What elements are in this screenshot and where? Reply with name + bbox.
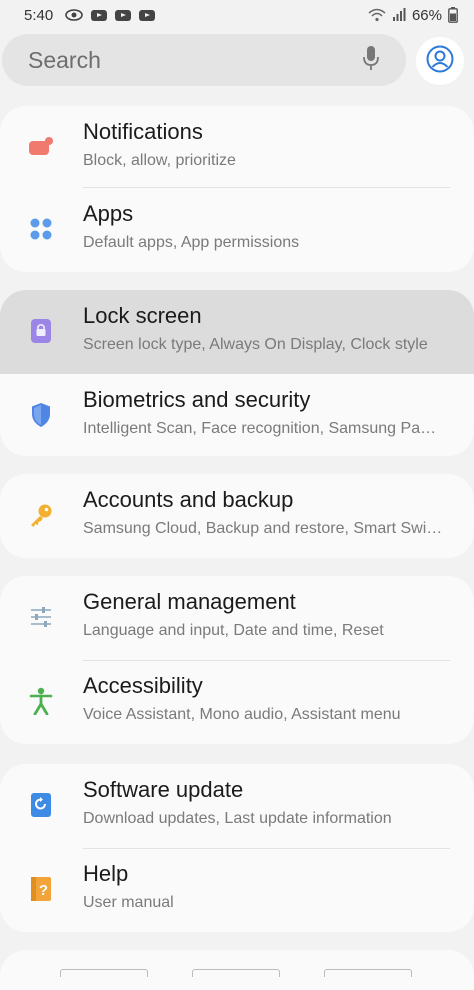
settings-group-1: Notifications Block, allow, prioritize A… [0, 106, 474, 272]
search-input[interactable]: Search [28, 47, 101, 74]
settings-item-general-management[interactable]: General management Language and input, D… [0, 576, 474, 660]
wifi-icon [368, 8, 386, 22]
settings-item-biometrics[interactable]: Biometrics and security Intelligent Scan… [0, 374, 474, 456]
sliders-icon [28, 604, 54, 630]
item-title: Apps [83, 201, 134, 226]
lock-icon [28, 318, 54, 344]
item-title: Accessibility [83, 673, 203, 698]
settings-item-lock-screen[interactable]: Lock screen Screen lock type, Always On … [0, 290, 474, 374]
settings-item-accounts[interactable]: Accounts and backup Samsung Cloud, Backu… [0, 474, 474, 558]
item-subtitle: Download updates, Last update informatio… [83, 810, 392, 827]
status-time: 5:40 [24, 6, 54, 24]
account-icon [426, 45, 454, 78]
profile-button[interactable] [416, 37, 464, 85]
youtube-icon [115, 9, 132, 21]
youtube-icon [91, 9, 108, 21]
cloud-sync-icon [65, 8, 84, 22]
battery-icon [448, 7, 458, 23]
notification-icon [28, 134, 54, 160]
nav-shape [192, 969, 280, 977]
settings-item-accessibility[interactable]: Accessibility Voice Assistant, Mono audi… [0, 660, 474, 744]
settings-item-apps[interactable]: Apps Default apps, App permissions [0, 188, 474, 272]
item-title: Notifications [83, 119, 203, 144]
item-subtitle: Block, allow, prioritize [83, 152, 236, 169]
update-icon [28, 792, 54, 818]
item-title: Software update [83, 777, 244, 802]
settings-group-2: Lock screen Screen lock type, Always On … [0, 290, 474, 456]
item-title: Biometrics and security [83, 387, 311, 412]
signal-icon [392, 8, 406, 22]
nav-shape [324, 969, 412, 977]
item-subtitle: Samsung Cloud, Backup and restore, Smart… [83, 520, 443, 537]
settings-item-software-update[interactable]: Software update Download updates, Last u… [0, 764, 474, 848]
battery-percent: 66% [411, 6, 442, 24]
shield-icon [28, 402, 54, 428]
item-subtitle: Screen lock type, Always On Display, Clo… [83, 336, 428, 353]
item-subtitle: Default apps, App permissions [83, 234, 300, 251]
settings-group-5: Software update Download updates, Last u… [0, 764, 474, 932]
item-subtitle: Language and input, Date and time, Reset [83, 622, 384, 639]
item-title: Accounts and backup [83, 487, 294, 512]
item-subtitle: Intelligent Scan, Face recognition, Sams… [83, 420, 437, 437]
apps-icon [28, 216, 54, 242]
item-title: General management [83, 589, 296, 614]
key-icon [28, 502, 54, 528]
item-title: Lock screen [83, 303, 202, 328]
accessibility-icon [28, 687, 54, 715]
help-icon: ? [28, 876, 54, 902]
svg-text:?: ? [39, 882, 48, 899]
nav-shape [60, 969, 148, 977]
settings-item-notifications[interactable]: Notifications Block, allow, prioritize [0, 106, 474, 190]
settings-item-help[interactable]: ? Help User manual [0, 848, 474, 932]
settings-group-3: Accounts and backup Samsung Cloud, Backu… [0, 474, 474, 558]
item-subtitle: Voice Assistant, Mono audio, Assistant m… [83, 706, 401, 723]
item-subtitle: User manual [83, 894, 174, 911]
status-bar: 5:40 66% [0, 0, 474, 30]
item-title: Help [83, 861, 129, 886]
search-bar[interactable]: Search [2, 34, 406, 86]
settings-group-4: General management Language and input, D… [0, 576, 474, 744]
mic-icon[interactable] [362, 45, 380, 76]
youtube-icon [139, 9, 156, 21]
